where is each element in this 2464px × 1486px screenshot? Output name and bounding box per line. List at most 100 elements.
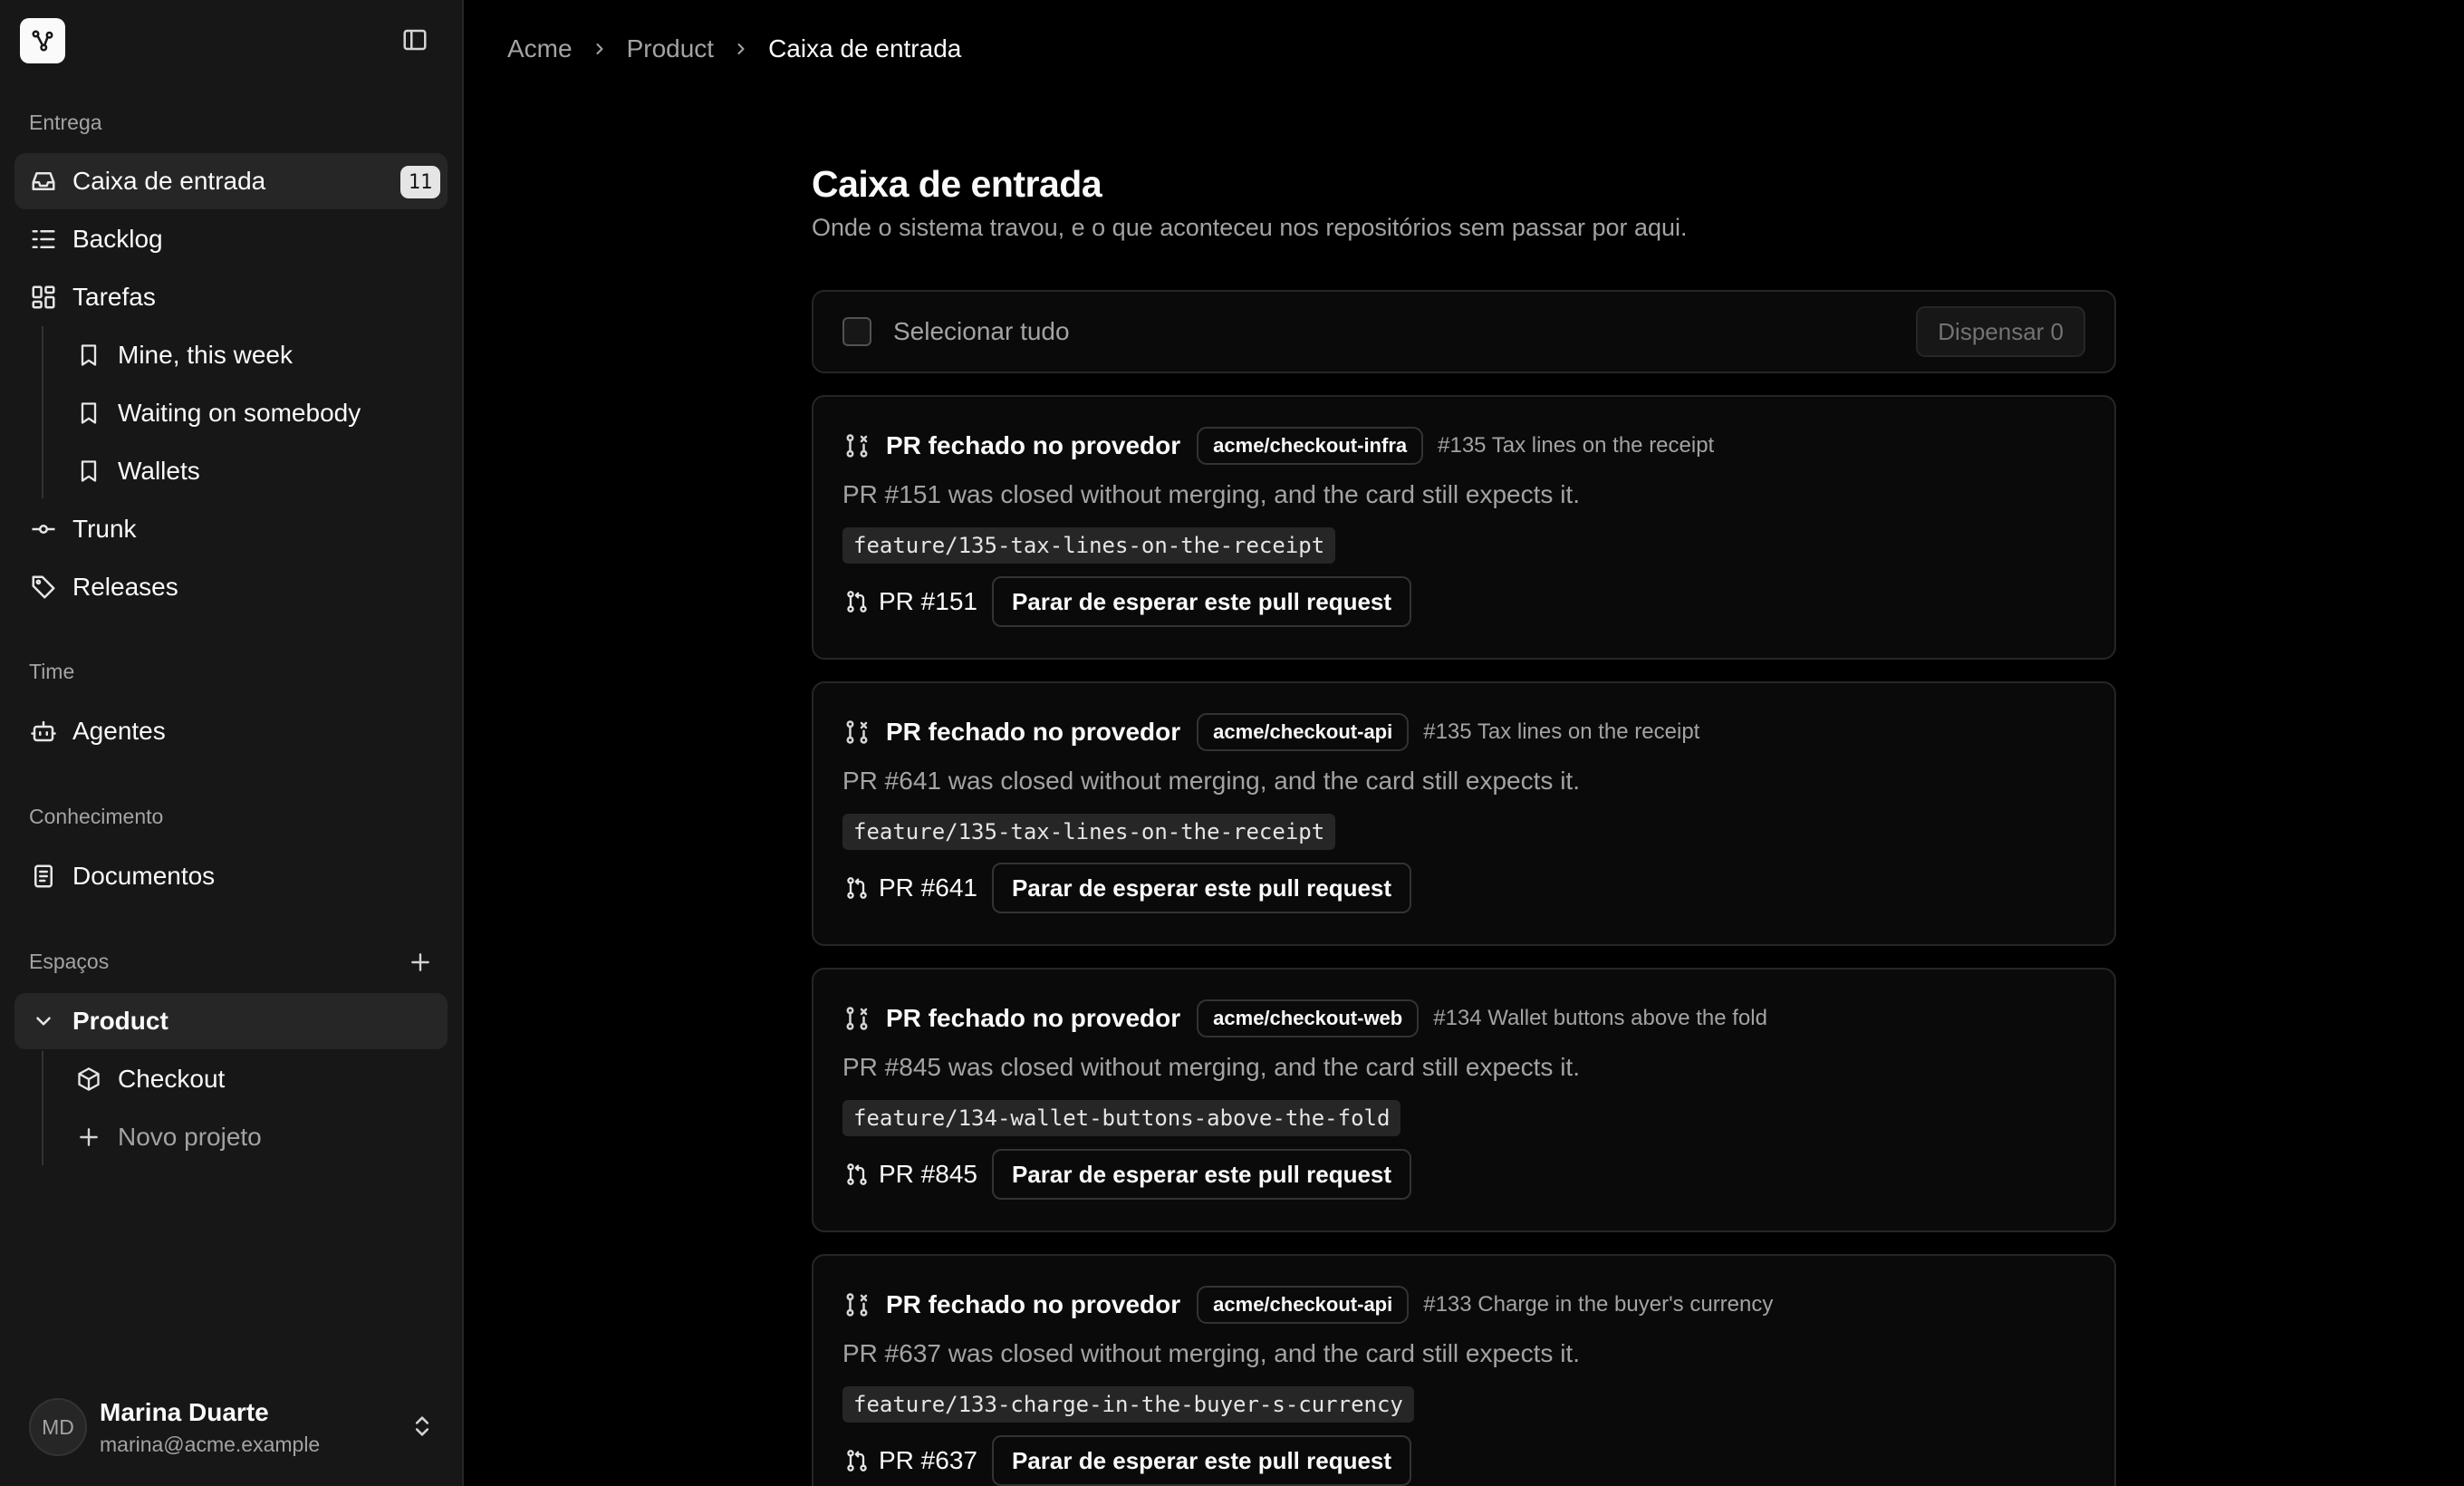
card-description: PR #641 was closed without merging, and … xyxy=(842,767,1580,795)
new-project-button[interactable]: Novo projeto xyxy=(60,1109,448,1165)
card-reference[interactable]: #135 Tax lines on the receipt xyxy=(1438,433,1714,458)
sidebar-item-label: Waiting on somebody xyxy=(118,399,361,427)
pr-link[interactable]: PR #637 xyxy=(879,1446,977,1475)
chevron-down-icon xyxy=(29,1007,58,1036)
sidebar-space-product[interactable]: Product xyxy=(14,993,448,1049)
sidebar-view-wallets[interactable]: Wallets xyxy=(60,443,448,499)
plus-icon xyxy=(74,1123,103,1152)
sidebar-item-label: Trunk xyxy=(72,515,137,543)
sidebar-item-label: Checkout xyxy=(118,1065,226,1093)
page-title: Caixa de entrada xyxy=(812,163,1102,205)
chevrons-up-down-icon xyxy=(409,1414,435,1439)
stop-waiting-button[interactable]: Parar de esperar este pull request xyxy=(991,863,1412,913)
sidebar-item-docs[interactable]: Documentos xyxy=(14,848,448,904)
sidebar-item-label: Wallets xyxy=(118,457,200,485)
sidebar-item-label: Agentes xyxy=(72,717,166,745)
chevron-right-icon xyxy=(591,40,609,58)
section-label-team: Time xyxy=(29,660,75,683)
sidebar-item-label: Backlog xyxy=(72,225,163,253)
box-icon xyxy=(74,1065,103,1094)
sidebar-project-checkout[interactable]: Checkout xyxy=(60,1051,448,1107)
git-pull-request-icon xyxy=(842,873,871,902)
inbox-card: PR fechado no provedor acme/checkout-api… xyxy=(812,681,2116,946)
inbox-count-badge: 11 xyxy=(400,166,440,198)
git-pull-request-icon xyxy=(842,587,871,616)
sidebar-item-inbox[interactable]: Caixa de entrada 11 xyxy=(14,153,448,209)
commit-icon xyxy=(29,515,58,544)
git-pull-request-closed-icon xyxy=(842,1290,871,1319)
repo-badge: acme/checkout-web xyxy=(1197,999,1420,1037)
section-label-spaces: Espaços xyxy=(29,950,110,973)
repo-badge: acme/checkout-api xyxy=(1197,1286,1410,1324)
sidebar-view-mine-this-week[interactable]: Mine, this week xyxy=(60,327,448,383)
tree-line xyxy=(42,1051,43,1165)
card-reference[interactable]: #135 Tax lines on the receipt xyxy=(1423,719,1699,745)
card-title: PR fechado no provedor xyxy=(886,1004,1181,1032)
section-label-delivery: Entrega xyxy=(29,111,102,134)
pr-link[interactable]: PR #151 xyxy=(879,587,977,616)
stop-waiting-button[interactable]: Parar de esperar este pull request xyxy=(991,576,1412,627)
card-title: PR fechado no provedor xyxy=(886,718,1181,746)
repo-badge: acme/checkout-api xyxy=(1197,713,1410,751)
sidebar-item-releases[interactable]: Releases xyxy=(14,559,448,615)
sidebar-item-label: Documentos xyxy=(72,862,216,890)
repo-badge: acme/checkout-infra xyxy=(1197,427,1424,465)
sidebar-item-agents[interactable]: Agentes xyxy=(14,703,448,759)
select-all-checkbox[interactable] xyxy=(842,317,871,346)
avatar: MD xyxy=(29,1398,87,1456)
sidebar-item-label: Tarefas xyxy=(72,283,156,311)
page-subtitle: Onde o sistema travou, e o que aconteceu… xyxy=(812,214,1688,241)
sidebar-item-trunk[interactable]: Trunk xyxy=(14,501,448,557)
inbox-card: PR fechado no provedor acme/checkout-web… xyxy=(812,968,2116,1232)
sidebar-item-label: Product xyxy=(72,1007,168,1035)
inbox-icon xyxy=(29,167,58,196)
bookmark-icon xyxy=(74,457,103,486)
sidebar-toggle-icon[interactable] xyxy=(400,25,429,54)
pr-link[interactable]: PR #641 xyxy=(879,873,977,902)
main-content: Acme Product Caixa de entrada Caixa de e… xyxy=(464,0,2464,1486)
sidebar: Entrega Caixa de entrada 11 Backlog Tare… xyxy=(0,0,464,1486)
card-description: PR #637 was closed without merging, and … xyxy=(842,1339,1580,1367)
user-email: marina@acme.example xyxy=(100,1432,321,1456)
list-checks-icon xyxy=(29,225,58,254)
sidebar-item-label: Caixa de entrada xyxy=(72,167,266,195)
chevron-right-icon xyxy=(732,40,750,58)
branch-name: feature/135-tax-lines-on-the-receipt xyxy=(842,527,1336,564)
git-pull-request-icon xyxy=(842,1160,871,1189)
breadcrumb-item[interactable]: Product xyxy=(627,34,715,63)
git-pull-request-closed-icon xyxy=(842,431,871,460)
selection-bar: Selecionar tudo Dispensar 0 xyxy=(812,290,2116,373)
stop-waiting-button[interactable]: Parar de esperar este pull request xyxy=(991,1435,1412,1486)
card-reference[interactable]: #133 Charge in the buyer's currency xyxy=(1423,1292,1773,1317)
branch-name: feature/135-tax-lines-on-the-receipt xyxy=(842,814,1336,850)
add-space-button[interactable] xyxy=(406,948,435,977)
sidebar-item-backlog[interactable]: Backlog xyxy=(14,211,448,267)
breadcrumb: Acme Product Caixa de entrada xyxy=(507,34,961,63)
tree-line xyxy=(42,326,43,498)
document-icon xyxy=(29,862,58,891)
tag-icon xyxy=(29,573,58,602)
dismiss-button[interactable]: Dispensar 0 xyxy=(1916,306,2085,357)
card-title: PR fechado no provedor xyxy=(886,431,1181,459)
card-reference[interactable]: #134 Wallet buttons above the fold xyxy=(1433,1006,1767,1031)
pr-link[interactable]: PR #845 xyxy=(879,1160,977,1189)
sidebar-item-label: Releases xyxy=(72,573,178,601)
sidebar-item-tasks[interactable]: Tarefas xyxy=(14,269,448,325)
card-description: PR #151 was closed without merging, and … xyxy=(842,480,1580,508)
stop-waiting-button[interactable]: Parar de esperar este pull request xyxy=(991,1149,1412,1200)
sidebar-view-waiting[interactable]: Waiting on somebody xyxy=(60,385,448,441)
bookmark-icon xyxy=(74,341,103,370)
inbox-card: PR fechado no provedor acme/checkout-api… xyxy=(812,1254,2116,1486)
user-menu[interactable]: MD Marina Duarte marina@acme.example xyxy=(29,1397,437,1457)
bot-icon xyxy=(29,717,58,746)
select-all-label[interactable]: Selecionar tudo xyxy=(893,317,1070,346)
card-description: PR #845 was closed without merging, and … xyxy=(842,1053,1580,1081)
layout-grid-icon xyxy=(29,283,58,312)
branch-name: feature/134-wallet-buttons-above-the-fol… xyxy=(842,1100,1401,1136)
git-pull-request-closed-icon xyxy=(842,718,871,747)
share-nodes-icon[interactable] xyxy=(20,18,65,63)
git-pull-request-closed-icon xyxy=(842,1004,871,1033)
inbox-card: PR fechado no provedor acme/checkout-inf… xyxy=(812,395,2116,660)
user-name: Marina Duarte xyxy=(100,1397,269,1426)
breadcrumb-item[interactable]: Acme xyxy=(507,34,573,63)
